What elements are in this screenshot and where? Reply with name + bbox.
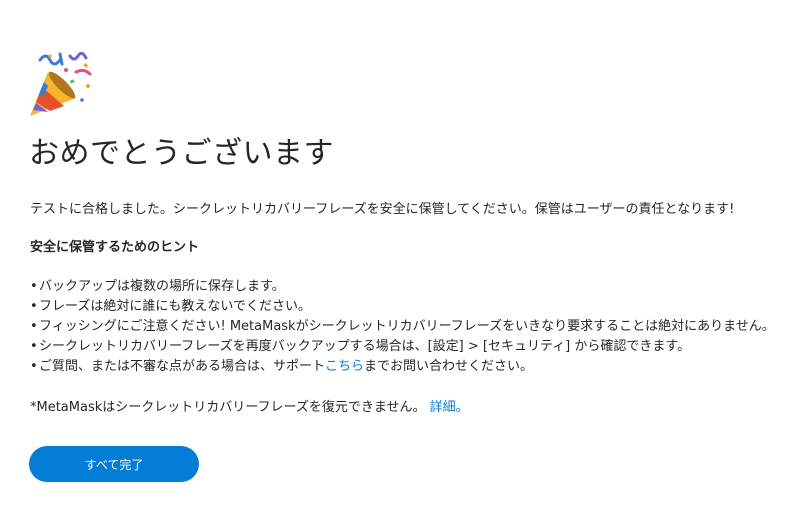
- bullet: •: [30, 299, 38, 314]
- learn-more-link[interactable]: 詳細。: [430, 400, 469, 415]
- tip-text: フレーズは絶対に誰にも教えないでください。: [39, 299, 311, 314]
- bullet: •: [30, 359, 38, 374]
- support-tip-after: までお問い合わせください。: [364, 359, 534, 374]
- tip-text: シークレットリカバリーフレーズを再度バックアップする場合は、[設定] > [セキ…: [39, 339, 691, 354]
- tip-text: フィッシングにご注意ください! MetaMaskがシークレットリカバリーフレーズ…: [39, 319, 775, 334]
- bullet: •: [30, 339, 38, 354]
- footnote-text: *MetaMaskはシークレットリカバリーフレーズを復元できません。: [30, 400, 426, 415]
- tips-list: •バックアップは複数の場所に保存します。 •フレーズは絶対に誰にも教えないでくだ…: [30, 277, 775, 377]
- list-item: •ご質問、または不審な点がある場合は、サポートこちらまでお問い合わせください。: [30, 357, 775, 377]
- footnote: *MetaMaskはシークレットリカバリーフレーズを復元できません。 詳細。: [30, 398, 469, 418]
- party-popper-icon: [30, 51, 92, 116]
- list-item: •フィッシングにご注意ください! MetaMaskがシークレットリカバリーフレー…: [30, 317, 775, 337]
- bullet: •: [30, 279, 38, 294]
- list-item: •フレーズは絶対に誰にも教えないでください。: [30, 297, 775, 317]
- list-item: •シークレットリカバリーフレーズを再度バックアップする場合は、[設定] > [セ…: [30, 337, 775, 357]
- bullet: •: [30, 319, 38, 334]
- tip-text: バックアップは複数の場所に保存します。: [39, 279, 285, 294]
- support-tip-before: ご質問、または不審な点がある場合は、サポート: [39, 359, 326, 374]
- all-done-button[interactable]: すべて完了: [29, 446, 199, 482]
- list-item: •バックアップは複数の場所に保存します。: [30, 277, 775, 297]
- page-title: おめでとうございます: [29, 136, 334, 171]
- tips-heading: 安全に保管するためのヒント: [30, 240, 200, 255]
- intro-text: テストに合格しました。シークレットリカバリーフレーズを安全に保管してください。保…: [30, 202, 735, 217]
- page: おめでとうございます テストに合格しました。シークレットリカバリーフレーズを安全…: [0, 0, 800, 505]
- support-link[interactable]: こちら: [325, 359, 364, 374]
